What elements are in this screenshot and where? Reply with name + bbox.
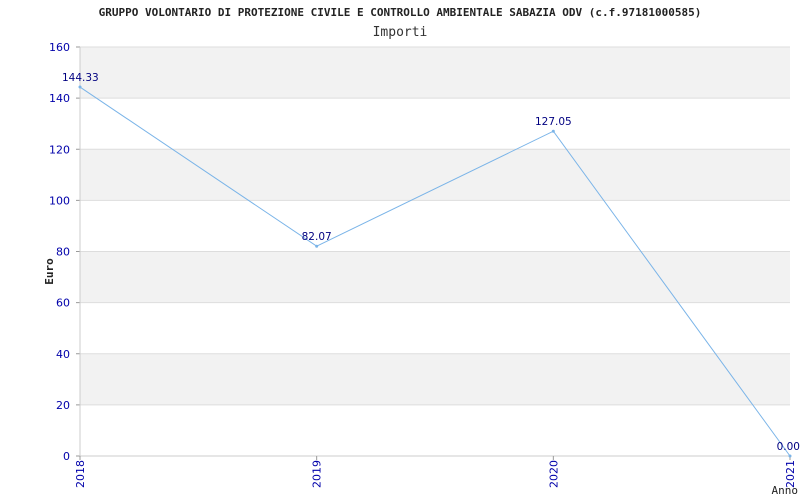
y-tick-label: 120	[49, 143, 70, 156]
grid-band	[80, 149, 790, 201]
data-label: 127.05	[535, 116, 572, 128]
data-point	[315, 244, 319, 248]
line-chart: 0204060801001201401602018 2019 2020 2021Eur…	[43, 41, 800, 497]
data-point	[551, 129, 555, 133]
y-tick-label: 60	[56, 297, 70, 310]
y-tick-label: 0	[63, 450, 70, 463]
x-tick-label: 2018	[74, 460, 87, 488]
grid-band	[80, 47, 790, 99]
data-label: 82.07	[302, 231, 332, 243]
data-point	[78, 85, 82, 89]
x-tick-label: 2020	[547, 460, 560, 488]
y-tick-label: 100	[49, 194, 70, 207]
data-label: 0.00	[777, 441, 800, 453]
y-tick-label: 40	[56, 348, 70, 361]
y-tick-label: 80	[56, 246, 70, 259]
y-axis-title: Euro	[43, 258, 56, 285]
y-tick-label: 140	[49, 92, 70, 105]
y-tick-label: 20	[56, 399, 70, 412]
data-point	[788, 454, 792, 458]
y-tick-label: 160	[49, 41, 70, 54]
grid-band	[80, 353, 790, 405]
data-label: 144.33	[62, 72, 99, 84]
grid-band	[80, 251, 790, 303]
x-tick-label: 2019	[311, 460, 324, 488]
x-axis-title: Anno	[772, 484, 799, 497]
